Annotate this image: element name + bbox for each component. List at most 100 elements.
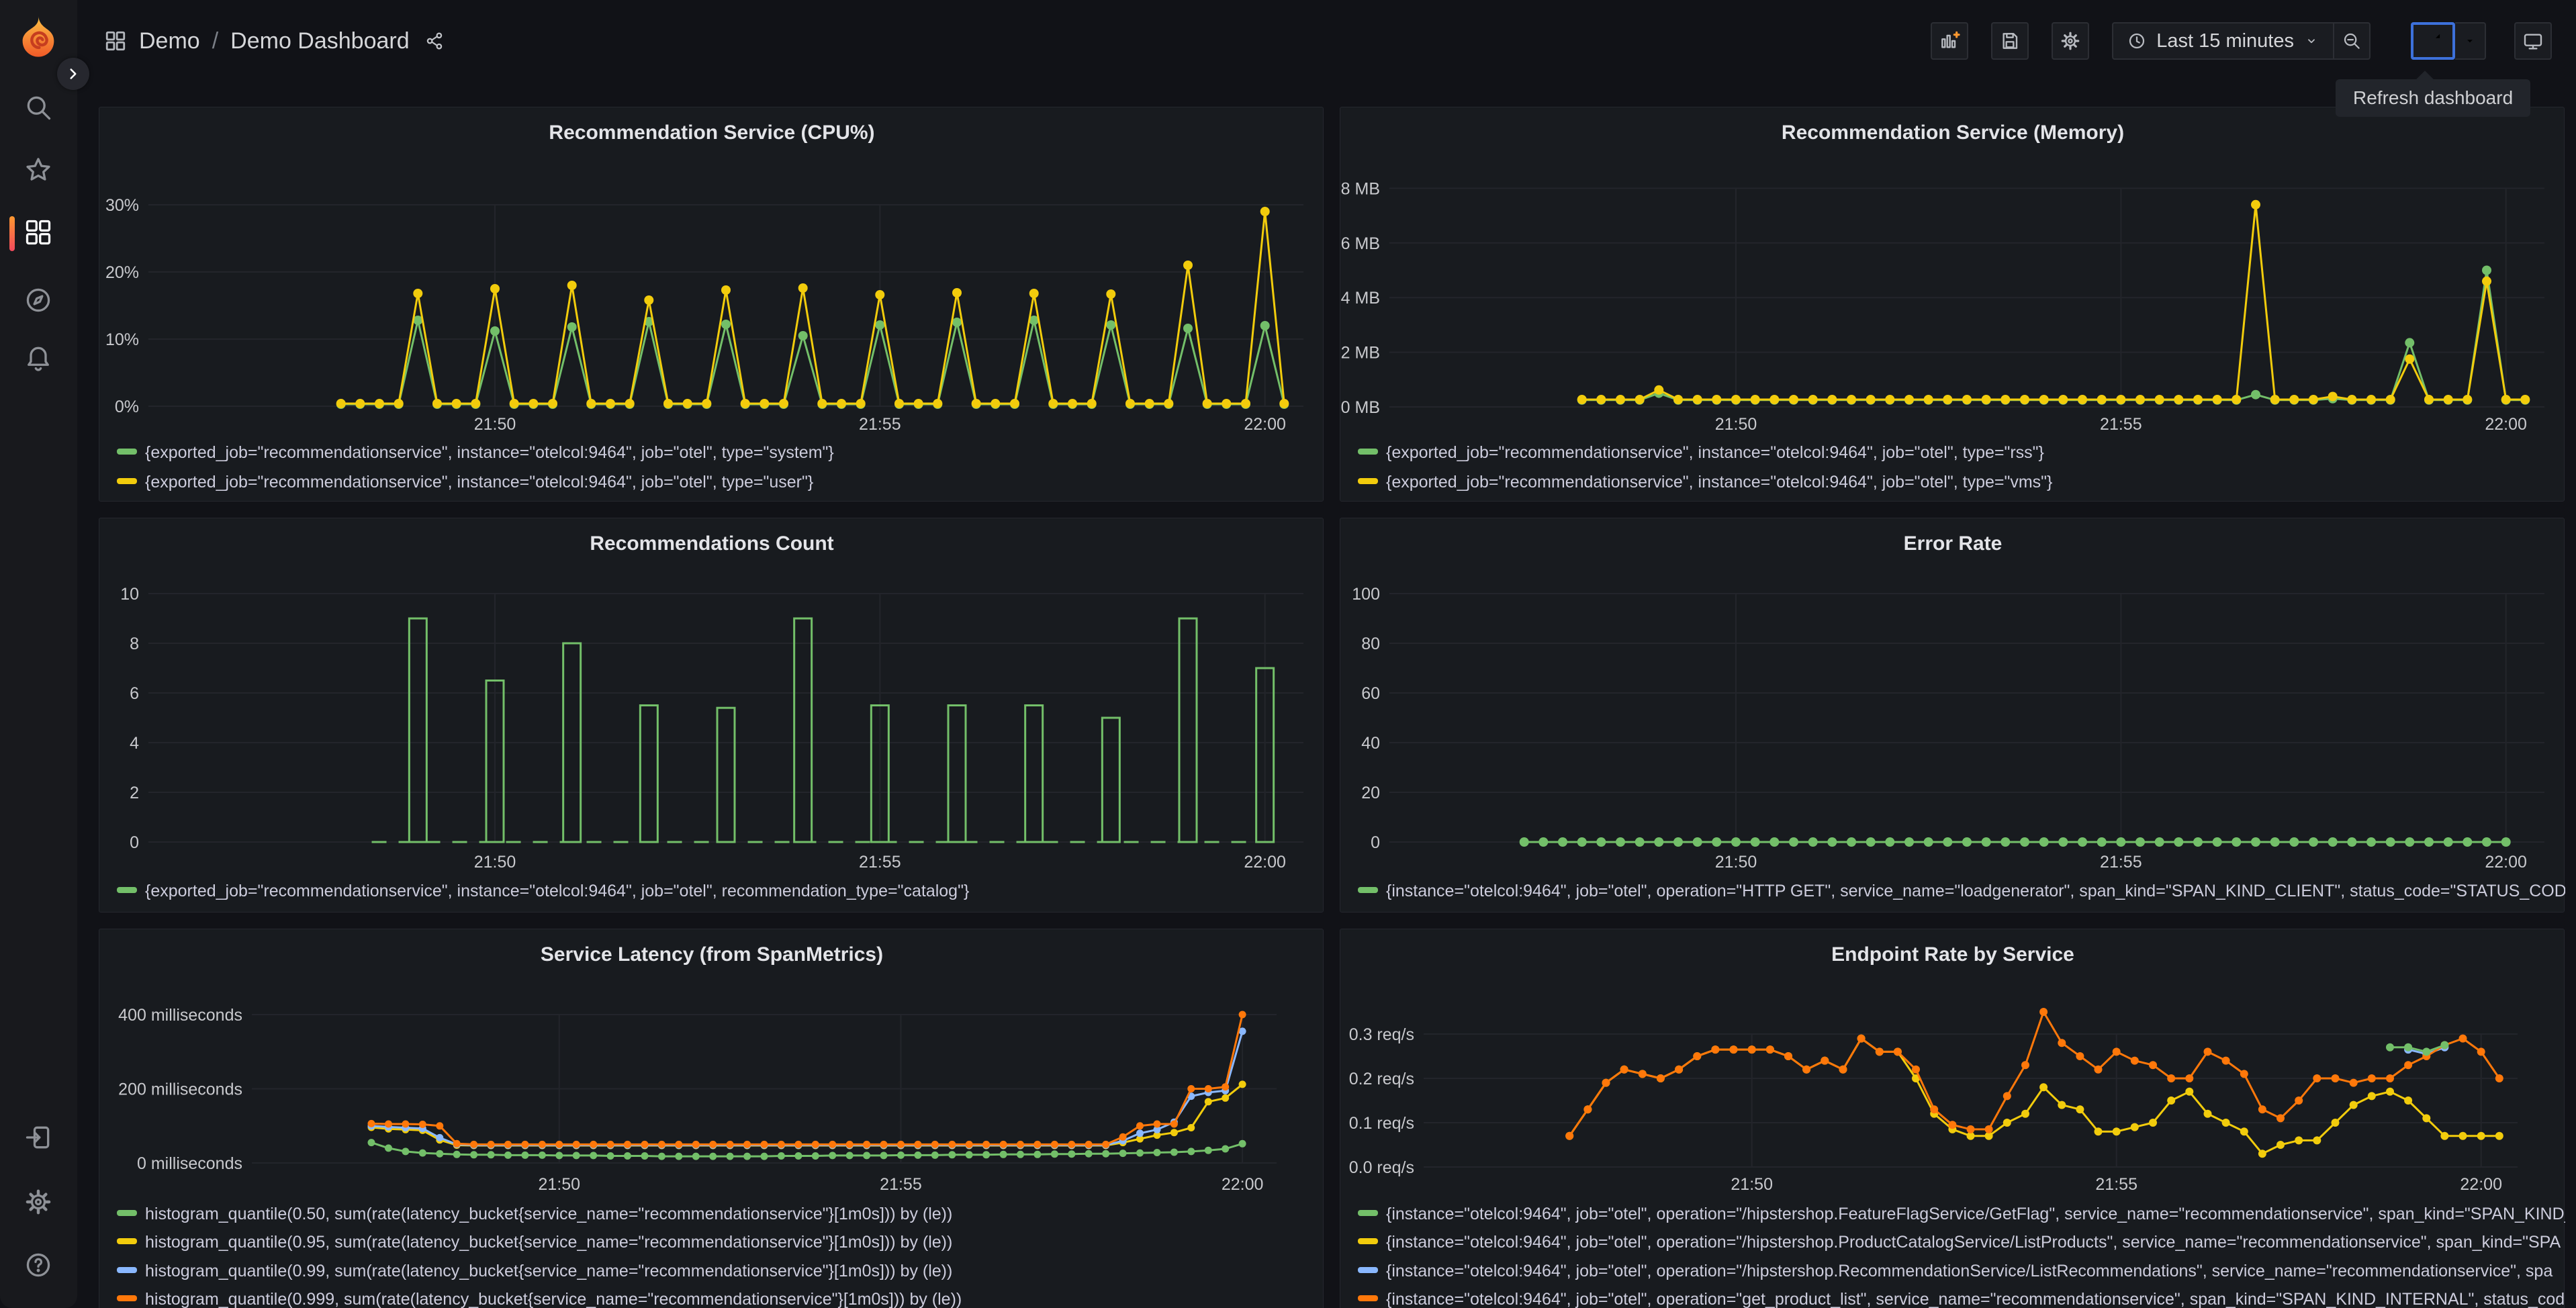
bar — [793, 617, 813, 843]
chart-canvas[interactable]: Recommendation Service (CPU%) 0% 10% 20% 30%… — [99, 107, 1324, 502]
chevron-right-icon — [70, 68, 77, 79]
legend-item[interactable]: {instance="otelcol:9464", job="otel", op… — [1358, 1205, 2565, 1223]
legend-item[interactable]: {instance="otelcol:9464", job="otel", op… — [1358, 1290, 2565, 1308]
panel-title[interactable]: Recommendations Count — [590, 532, 833, 555]
chart-canvas[interactable]: Recommendations Count 0 2 4 6 8 10 21:50 21:55 22… — [99, 518, 1324, 913]
panel-recommendation-service-cpu-[interactable]: Recommendation Service (CPU%) 0% 10% 20% 30%… — [99, 107, 1324, 502]
y-axis-tick: 10 — [120, 585, 139, 604]
panel-endpoint-rate-by-service[interactable]: Endpoint Rate by Service 0.0 req/s 0.1 req… — [1340, 929, 2565, 1308]
panel-service-latency-from-spanmetrics-[interactable]: Service Latency (from SpanMetrics) 0 mill… — [99, 929, 1324, 1308]
legend-label: {instance="otelcol:9464", job="otel", op… — [1386, 1262, 2552, 1280]
breadcrumb-separator: / — [212, 28, 219, 54]
panel-error-rate[interactable]: Error Rate 0 20 40 60 80 100 21:50 21:55 22:00 {in… — [1340, 518, 2565, 913]
x-axis-tick: 21:55 — [859, 853, 901, 872]
y-axis-tick: 400 milliseconds — [118, 1006, 242, 1025]
legend-label: {exported_job="recommendationservice", i… — [1386, 443, 2044, 462]
sidebar-item-starred[interactable] — [22, 154, 54, 186]
legend-item[interactable]: histogram_quantile(0.50, sum(rate(latenc… — [117, 1205, 952, 1223]
save-floppy-icon — [2003, 33, 2018, 49]
legend-label: {exported_job="recommendationservice", i… — [145, 882, 969, 900]
y-axis-tick: 20% — [105, 263, 139, 282]
refresh-controls — [2411, 22, 2486, 60]
sidebar-item-dashboards[interactable] — [22, 216, 54, 248]
legend-item[interactable]: histogram_quantile(0.95, sum(rate(latenc… — [117, 1233, 952, 1252]
zoom-out-button[interactable] — [2333, 24, 2369, 58]
y-axis-tick: 4 — [130, 734, 139, 753]
legend-item[interactable]: {instance="otelcol:9464", job="otel", op… — [1358, 1262, 2552, 1280]
y-axis-tick: 10% — [105, 330, 139, 349]
y-axis-tick: 8 — [130, 635, 139, 653]
dashboards-grid-icon — [26, 220, 51, 245]
time-range-picker[interactable]: Last 15 minutes — [2113, 24, 2333, 58]
refresh-interval-dropdown[interactable] — [2455, 22, 2486, 60]
sidebar-item-alerting[interactable] — [22, 342, 54, 374]
y-axis-tick: 0 — [130, 833, 139, 852]
chart-canvas[interactable]: Endpoint Rate by Service 0.0 req/s 0.1 req… — [1340, 929, 2565, 1308]
x-axis-tick: 21:55 — [2095, 1175, 2137, 1194]
share-icon[interactable] — [424, 31, 445, 51]
question-circle-icon — [26, 1253, 50, 1277]
legend-item[interactable]: {exported_job="recommendationservice", i… — [1358, 473, 2052, 492]
legend-item[interactable]: {exported_job="recommendationservice", i… — [1358, 443, 2044, 462]
x-axis-tick: 22:00 — [1222, 1175, 1264, 1194]
sidebar-item-explore[interactable] — [22, 284, 54, 316]
chart-canvas[interactable]: Error Rate 0 20 40 60 80 100 21:50 21:55 22:00 {in… — [1340, 518, 2565, 913]
sidebar-item-sign-in[interactable] — [22, 1121, 54, 1154]
y-axis-tick: 0 — [1371, 833, 1380, 852]
chart-canvas[interactable]: Service Latency (from SpanMetrics) 0 mill… — [99, 929, 1324, 1308]
bar — [947, 704, 967, 843]
legend-label: {exported_job="recommendationservice", i… — [1386, 473, 2052, 492]
save-dashboard-button[interactable] — [1991, 22, 2029, 60]
y-axis-tick: 60 — [1361, 684, 1380, 703]
panel-recommendations-count[interactable]: Recommendations Count 0 2 4 6 8 10 21:50 21:55 22… — [99, 518, 1324, 913]
star-icon — [26, 158, 50, 181]
bell-icon — [28, 346, 49, 371]
legend-item[interactable]: {instance="otelcol:9464", job="otel", op… — [1358, 882, 2565, 900]
legend-item[interactable]: histogram_quantile(0.999, sum(rate(laten… — [117, 1290, 962, 1308]
chart-canvas[interactable]: Recommendation Service (Memory) 0 MB 2 MB 4… — [1340, 107, 2565, 502]
legend-item[interactable]: histogram_quantile(0.99, sum(rate(latenc… — [117, 1262, 952, 1280]
gear-icon — [2061, 32, 2080, 50]
y-axis-tick: 30% — [105, 196, 139, 215]
add-panel-button[interactable] — [1931, 22, 1969, 60]
legend-label: histogram_quantile(0.999, sum(rate(laten… — [145, 1290, 962, 1308]
panel-recommendation-service-memory-[interactable]: Recommendation Service (Memory) 0 MB 2 MB 4… — [1340, 107, 2565, 502]
breadcrumb-folder[interactable]: Demo — [139, 28, 200, 54]
time-range-controls: Last 15 minutes — [2112, 22, 2371, 60]
sidebar-item-search[interactable] — [22, 91, 54, 124]
bar — [1101, 716, 1121, 843]
tooltip-text: Refresh dashboard — [2353, 87, 2514, 108]
tv-mode-button[interactable] — [2514, 22, 2552, 60]
refresh-dashboard-button[interactable] — [2411, 22, 2455, 60]
legend-label: {instance="otelcol:9464", job="otel", op… — [1386, 1290, 2565, 1308]
y-axis-tick: 20 — [1361, 784, 1380, 802]
x-axis-tick: 21:55 — [2100, 853, 2142, 872]
legend-label: {exported_job="recommendationservice", i… — [145, 443, 834, 462]
sidebar-item-server-admin[interactable] — [22, 1186, 54, 1218]
sidebar-expand-button[interactable] — [57, 58, 89, 90]
x-axis-tick: 21:50 — [1731, 1175, 1773, 1194]
dashboard-toolbar: Last 15 minutes — [1931, 22, 2552, 60]
grafana-logo[interactable] — [16, 13, 60, 58]
legend-item[interactable]: {instance="otelcol:9464", job="otel", op… — [1358, 1233, 2561, 1252]
legend-item[interactable]: {exported_job="recommendationservice", i… — [117, 443, 834, 462]
x-axis-tick: 22:00 — [2460, 1175, 2502, 1194]
y-axis-tick: 0 MB — [1341, 398, 1380, 417]
legend-item[interactable]: {exported_job="recommendationservice", i… — [117, 473, 813, 492]
panel-title[interactable]: Error Rate — [1904, 532, 2003, 555]
sidebar-item-help[interactable] — [22, 1249, 54, 1281]
breadcrumb-dashboard[interactable]: Demo Dashboard — [230, 28, 409, 54]
clock-icon — [2129, 33, 2145, 49]
legend-item[interactable]: {exported_job="recommendationservice", i… — [117, 882, 969, 900]
zoom-out-icon — [2344, 33, 2360, 49]
y-axis-tick: 8 MB — [1341, 179, 1380, 198]
panel-title[interactable]: Endpoint Rate by Service — [1831, 943, 2074, 966]
chevron-down-icon — [2308, 39, 2315, 44]
bar — [639, 704, 659, 843]
dashboard-settings-button[interactable] — [2052, 22, 2090, 60]
panel-title[interactable]: Recommendation Service (Memory) — [1782, 122, 2124, 144]
y-axis-tick: 0.1 req/s — [1349, 1114, 1414, 1133]
x-axis-tick: 21:50 — [474, 853, 516, 872]
panel-title[interactable]: Recommendation Service (CPU%) — [549, 122, 874, 144]
panel-title[interactable]: Service Latency (from SpanMetrics) — [541, 943, 883, 966]
